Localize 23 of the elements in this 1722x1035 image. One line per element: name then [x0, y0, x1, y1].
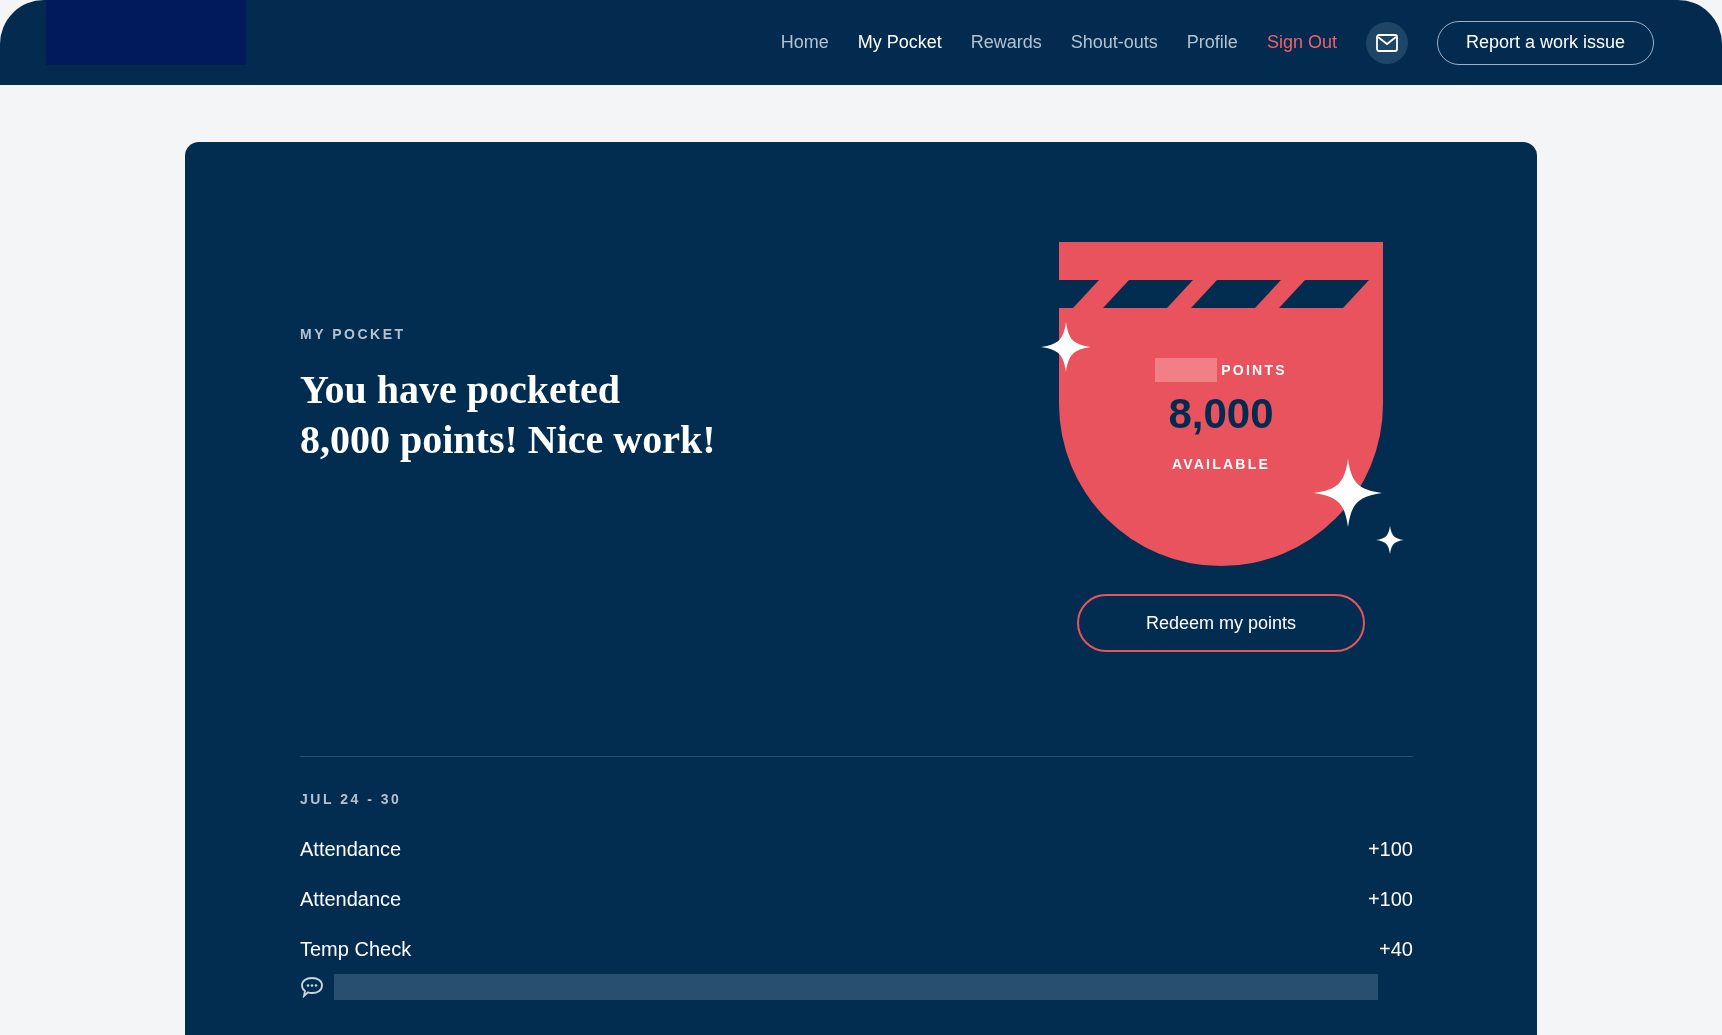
nav-link[interactable]: My Pocket [857, 29, 942, 56]
eyebrow-label: MY POCKET [300, 325, 407, 344]
nav-link[interactable]: Sign Out [1266, 29, 1337, 56]
nav-link[interactable]: Profile [1186, 29, 1238, 56]
activity-points: +100 [1367, 887, 1413, 912]
redacted-block [1155, 358, 1218, 382]
activity-name: Temp Check [300, 937, 412, 962]
period-label: JUL 24 - 30 [300, 790, 403, 809]
activity-name: Attendance [300, 887, 402, 912]
points-amount: 8,000 [1168, 390, 1274, 438]
points-label: POINTS [1221, 360, 1287, 380]
activity-points: +100 [1367, 837, 1413, 862]
sparkle-icon [1041, 322, 1091, 372]
nav-link[interactable]: Home [780, 29, 829, 56]
redeem-points-button[interactable]: Redeem my points [1077, 594, 1365, 652]
available-label: AVAILABLE [1171, 455, 1271, 474]
nav-link[interactable]: Shout-outs [1070, 29, 1158, 56]
activity-name: Attendance [300, 837, 402, 862]
activity-points: +40 [1379, 937, 1413, 962]
nav-link[interactable]: Rewards [970, 29, 1042, 56]
hero-heading: You have pocketed 8,000 points! Nice work! [300, 366, 717, 464]
envelope-icon [1375, 33, 1398, 52]
speech-bubble-icon [300, 976, 324, 998]
